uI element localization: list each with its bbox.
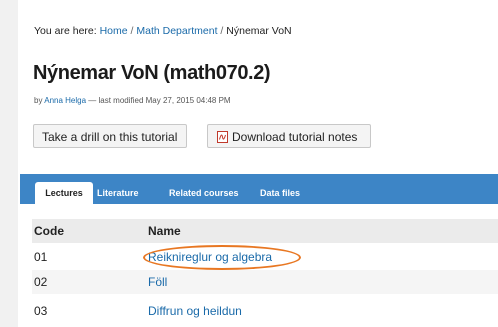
pdf-icon — [217, 131, 228, 143]
download-notes-label: Download tutorial notes — [232, 130, 358, 144]
row-code: 02 — [34, 275, 48, 289]
breadcrumb-current: Nýnemar VoN — [226, 25, 292, 37]
byline: by Anna Helga — last modified May 27, 20… — [34, 96, 231, 105]
breadcrumb: You are here: Home / Math Department / N… — [34, 25, 292, 37]
breadcrumb-department-link[interactable]: Math Department — [136, 25, 217, 37]
tab-related-courses[interactable]: Related courses — [169, 182, 239, 204]
row-code: 03 — [34, 304, 48, 318]
row-name-link[interactable]: Reiknireglur og algebra — [148, 250, 272, 264]
take-drill-button[interactable]: Take a drill on this tutorial — [33, 124, 187, 148]
tab-literature[interactable]: Literature — [97, 182, 139, 204]
tab-bar: Lectures Literature Related courses Data… — [20, 174, 498, 204]
row-name-link[interactable]: Föll — [148, 275, 167, 289]
row-name-link[interactable]: Diffrun og heildun — [148, 304, 242, 318]
table-row: 01 Reiknireglur og algebra — [32, 245, 498, 269]
tab-data-files[interactable]: Data files — [260, 182, 300, 204]
author-link[interactable]: Anna Helga — [44, 96, 86, 105]
last-modified: — last modified May 27, 2015 04:48 PM — [88, 96, 231, 105]
breadcrumb-prefix: You are here: — [34, 25, 97, 37]
breadcrumb-home-link[interactable]: Home — [100, 25, 128, 37]
breadcrumb-separator: / — [130, 25, 134, 37]
table-row: 02 Föll — [32, 270, 498, 294]
tab-lectures[interactable]: Lectures — [35, 182, 93, 204]
take-drill-label: Take a drill on this tutorial — [42, 130, 178, 144]
table-row: 03 Diffrun og heildun — [32, 299, 498, 323]
row-code: 01 — [34, 250, 48, 264]
download-notes-button[interactable]: Download tutorial notes — [207, 124, 371, 148]
page-title: Nýnemar VoN (math070.2) — [33, 62, 271, 84]
breadcrumb-separator: / — [220, 25, 224, 37]
column-header-name: Name — [148, 224, 181, 238]
column-header-code: Code — [34, 224, 64, 238]
table-header: Code Name — [32, 219, 498, 243]
byline-by: by — [34, 96, 43, 105]
